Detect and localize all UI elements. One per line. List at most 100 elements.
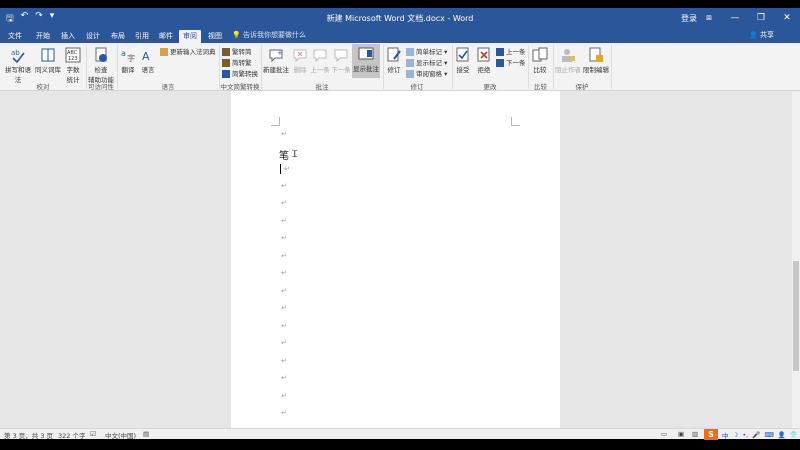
paragraph-mark: ↵ bbox=[281, 130, 287, 138]
show-markup-dropdown[interactable]: 显示标记 ▾ bbox=[406, 57, 447, 67]
separator bbox=[611, 45, 612, 89]
vertical-scrollbar[interactable] bbox=[792, 91, 800, 428]
tab-insert[interactable]: 插入 bbox=[57, 30, 79, 43]
trad-to-simp-button[interactable]: 繁转简 bbox=[222, 46, 252, 56]
tab-mailings[interactable]: 邮件 bbox=[155, 30, 177, 43]
new-comment-button[interactable]: + 新建批注 bbox=[262, 45, 290, 74]
next-comment-button[interactable]: 下一条 bbox=[330, 45, 352, 74]
tab-layout[interactable]: 布局 bbox=[107, 30, 129, 43]
tell-me-label: 告诉我你想要做什么 bbox=[242, 31, 306, 39]
svg-text:123: 123 bbox=[68, 56, 78, 62]
margin-mark bbox=[271, 117, 280, 126]
translate-icon: a字 bbox=[121, 49, 135, 63]
paragraph-mark: ↵ bbox=[281, 287, 287, 295]
spelling-grammar-button[interactable]: ab 拼写和语法 bbox=[2, 45, 34, 84]
moon-icon[interactable]: ☽ bbox=[733, 431, 739, 439]
accept-icon bbox=[456, 47, 469, 62]
print-layout-icon[interactable]: ▣ bbox=[678, 430, 684, 438]
minimize-button[interactable]: — bbox=[722, 8, 748, 28]
web-layout-icon[interactable]: ▥ bbox=[692, 430, 698, 438]
show-comments-icon bbox=[358, 47, 374, 60]
translate-button[interactable]: a字 翻译 bbox=[118, 45, 138, 74]
reject-button[interactable]: 拒绝 bbox=[474, 45, 494, 74]
group-comments: 批注 bbox=[315, 83, 329, 91]
tab-review[interactable]: 审阅 bbox=[179, 30, 201, 43]
login-button[interactable]: 登录 bbox=[681, 13, 697, 24]
proofing-status-icon[interactable]: ☑ bbox=[90, 430, 96, 438]
ribbon: ab 拼写和语法 同义词库 ABC 123 字数 统计 校对 检查 辅助功能 可访… bbox=[0, 43, 800, 91]
language-button[interactable]: A 语言 bbox=[138, 45, 158, 74]
paragraph-mark: ↵ bbox=[281, 374, 287, 382]
scrollbar-thumb[interactable] bbox=[793, 261, 799, 371]
paragraph-mark: ↵ bbox=[284, 165, 290, 173]
reviewing-pane-dropdown[interactable]: 审阅窗格 ▾ bbox=[406, 68, 447, 78]
reject-icon bbox=[477, 47, 490, 62]
svg-text:ab: ab bbox=[11, 49, 20, 57]
paragraph-mark: ↵ bbox=[281, 339, 287, 347]
tell-me-search[interactable]: 💡 告诉我你想要做什么 bbox=[232, 30, 306, 40]
tab-view[interactable]: 视图 bbox=[204, 30, 226, 43]
skin-icon[interactable]: 👕 bbox=[790, 431, 798, 439]
previous-comment-button[interactable]: 上一条 bbox=[310, 45, 330, 74]
word-count[interactable]: 322 个字 bbox=[58, 430, 85, 440]
tab-references[interactable]: 引用 bbox=[131, 30, 153, 43]
ime-chinese-mode[interactable]: 中 bbox=[722, 430, 729, 440]
paragraph-mark: ↵ bbox=[281, 199, 287, 207]
next-comment-icon bbox=[334, 49, 348, 63]
block-authors-button[interactable]: 阻止作者 bbox=[554, 45, 582, 74]
restrict-editing-button[interactable]: 限制编辑 bbox=[582, 45, 610, 74]
svg-text:字: 字 bbox=[127, 53, 135, 63]
macro-record-icon[interactable]: ▤ bbox=[143, 430, 149, 438]
update-ime-dictionary-button[interactable]: 更新输入法词典 bbox=[160, 46, 216, 56]
share-button[interactable]: 👤 共享 bbox=[749, 30, 774, 40]
window-controls: ⧈ — ❐ ✕ bbox=[696, 8, 800, 28]
delete-comment-button[interactable]: 删除 bbox=[290, 45, 310, 74]
paragraph-mark: ↵ bbox=[281, 357, 287, 365]
window-title: 新建 Microsoft Word 文档.docx - Word bbox=[326, 14, 474, 23]
block-authors-icon bbox=[562, 49, 575, 62]
svg-text:+: + bbox=[277, 49, 283, 57]
focus-mode-icon[interactable]: ▭ bbox=[661, 430, 667, 438]
track-changes-button[interactable]: 修订 bbox=[384, 45, 404, 74]
language-icon: A bbox=[142, 50, 150, 63]
thesaurus-button[interactable]: 同义词库 bbox=[34, 45, 62, 74]
chinese-conversion-button[interactable]: 简繁转换 bbox=[222, 68, 258, 78]
track-changes-icon bbox=[387, 47, 401, 62]
tab-file[interactable]: 文件 bbox=[4, 30, 26, 43]
document-area[interactable]: ↵ 笔 Ꮖ ↵ ↵ ↵ ↵ ↵ ↵ ↵ ↵ ↵ ↵ ↵ ↵ ↵ ↵ ↵ bbox=[0, 91, 792, 428]
sogou-logo-icon[interactable]: S bbox=[704, 429, 718, 440]
next-change-button[interactable]: 下一条 bbox=[496, 57, 526, 67]
group-tracking: 修订 bbox=[410, 83, 424, 91]
simple-markup-dropdown[interactable]: 简单标记 ▾ bbox=[406, 46, 447, 56]
page-count[interactable]: 第 3 页，共 3 页 bbox=[4, 430, 53, 440]
accept-button[interactable]: 接受 bbox=[453, 45, 473, 74]
delete-comment-icon bbox=[293, 49, 307, 63]
group-proofing: 校对 bbox=[36, 83, 50, 91]
show-comments-button[interactable]: 显示批注 bbox=[352, 44, 380, 78]
ribbon-display-options-icon[interactable]: ⧈ bbox=[696, 8, 722, 28]
check-accessibility-button[interactable]: 检查 辅助功能 bbox=[87, 45, 115, 84]
simp-to-trad-icon bbox=[222, 59, 230, 67]
word-count-button[interactable]: ABC 123 字数 统计 bbox=[62, 45, 84, 84]
user-icon[interactable]: 👤 bbox=[778, 431, 786, 439]
ibeam-cursor-icon: Ꮖ bbox=[292, 150, 298, 160]
show-markup-icon bbox=[406, 59, 414, 67]
previous-change-button[interactable]: 上一条 bbox=[496, 46, 526, 56]
paragraph-mark: ↵ bbox=[281, 217, 287, 225]
document-page[interactable]: ↵ 笔 Ꮖ ↵ ↵ ↵ ↵ ↵ ↵ ↵ ↵ ↵ ↵ ↵ ↵ ↵ ↵ ↵ bbox=[231, 91, 560, 428]
compare-button[interactable]: 比较 bbox=[529, 45, 551, 74]
close-button[interactable]: ✕ bbox=[774, 8, 800, 28]
margin-mark bbox=[511, 117, 520, 126]
compare-icon bbox=[532, 47, 548, 62]
language-status[interactable]: 中文(中国) bbox=[105, 430, 136, 440]
previous-comment-icon bbox=[313, 49, 327, 63]
keyboard-icon[interactable]: ⌨ bbox=[764, 431, 773, 439]
restore-button[interactable]: ❐ bbox=[748, 8, 774, 28]
tab-design[interactable]: 设计 bbox=[82, 30, 104, 43]
simp-to-trad-button[interactable]: 简转繁 bbox=[222, 57, 252, 67]
status-bar: 第 3 页，共 3 页 322 个字 ☑ 中文(中国) ▤ ▭ ▣ ▥ S 中 … bbox=[0, 428, 800, 440]
punctuation-icon[interactable]: •, bbox=[742, 431, 748, 439]
tab-home[interactable]: 开始 bbox=[32, 30, 54, 43]
group-chinese-conversion: 中文简繁转换 bbox=[220, 83, 260, 91]
microphone-icon[interactable]: 🎤 bbox=[752, 431, 760, 439]
